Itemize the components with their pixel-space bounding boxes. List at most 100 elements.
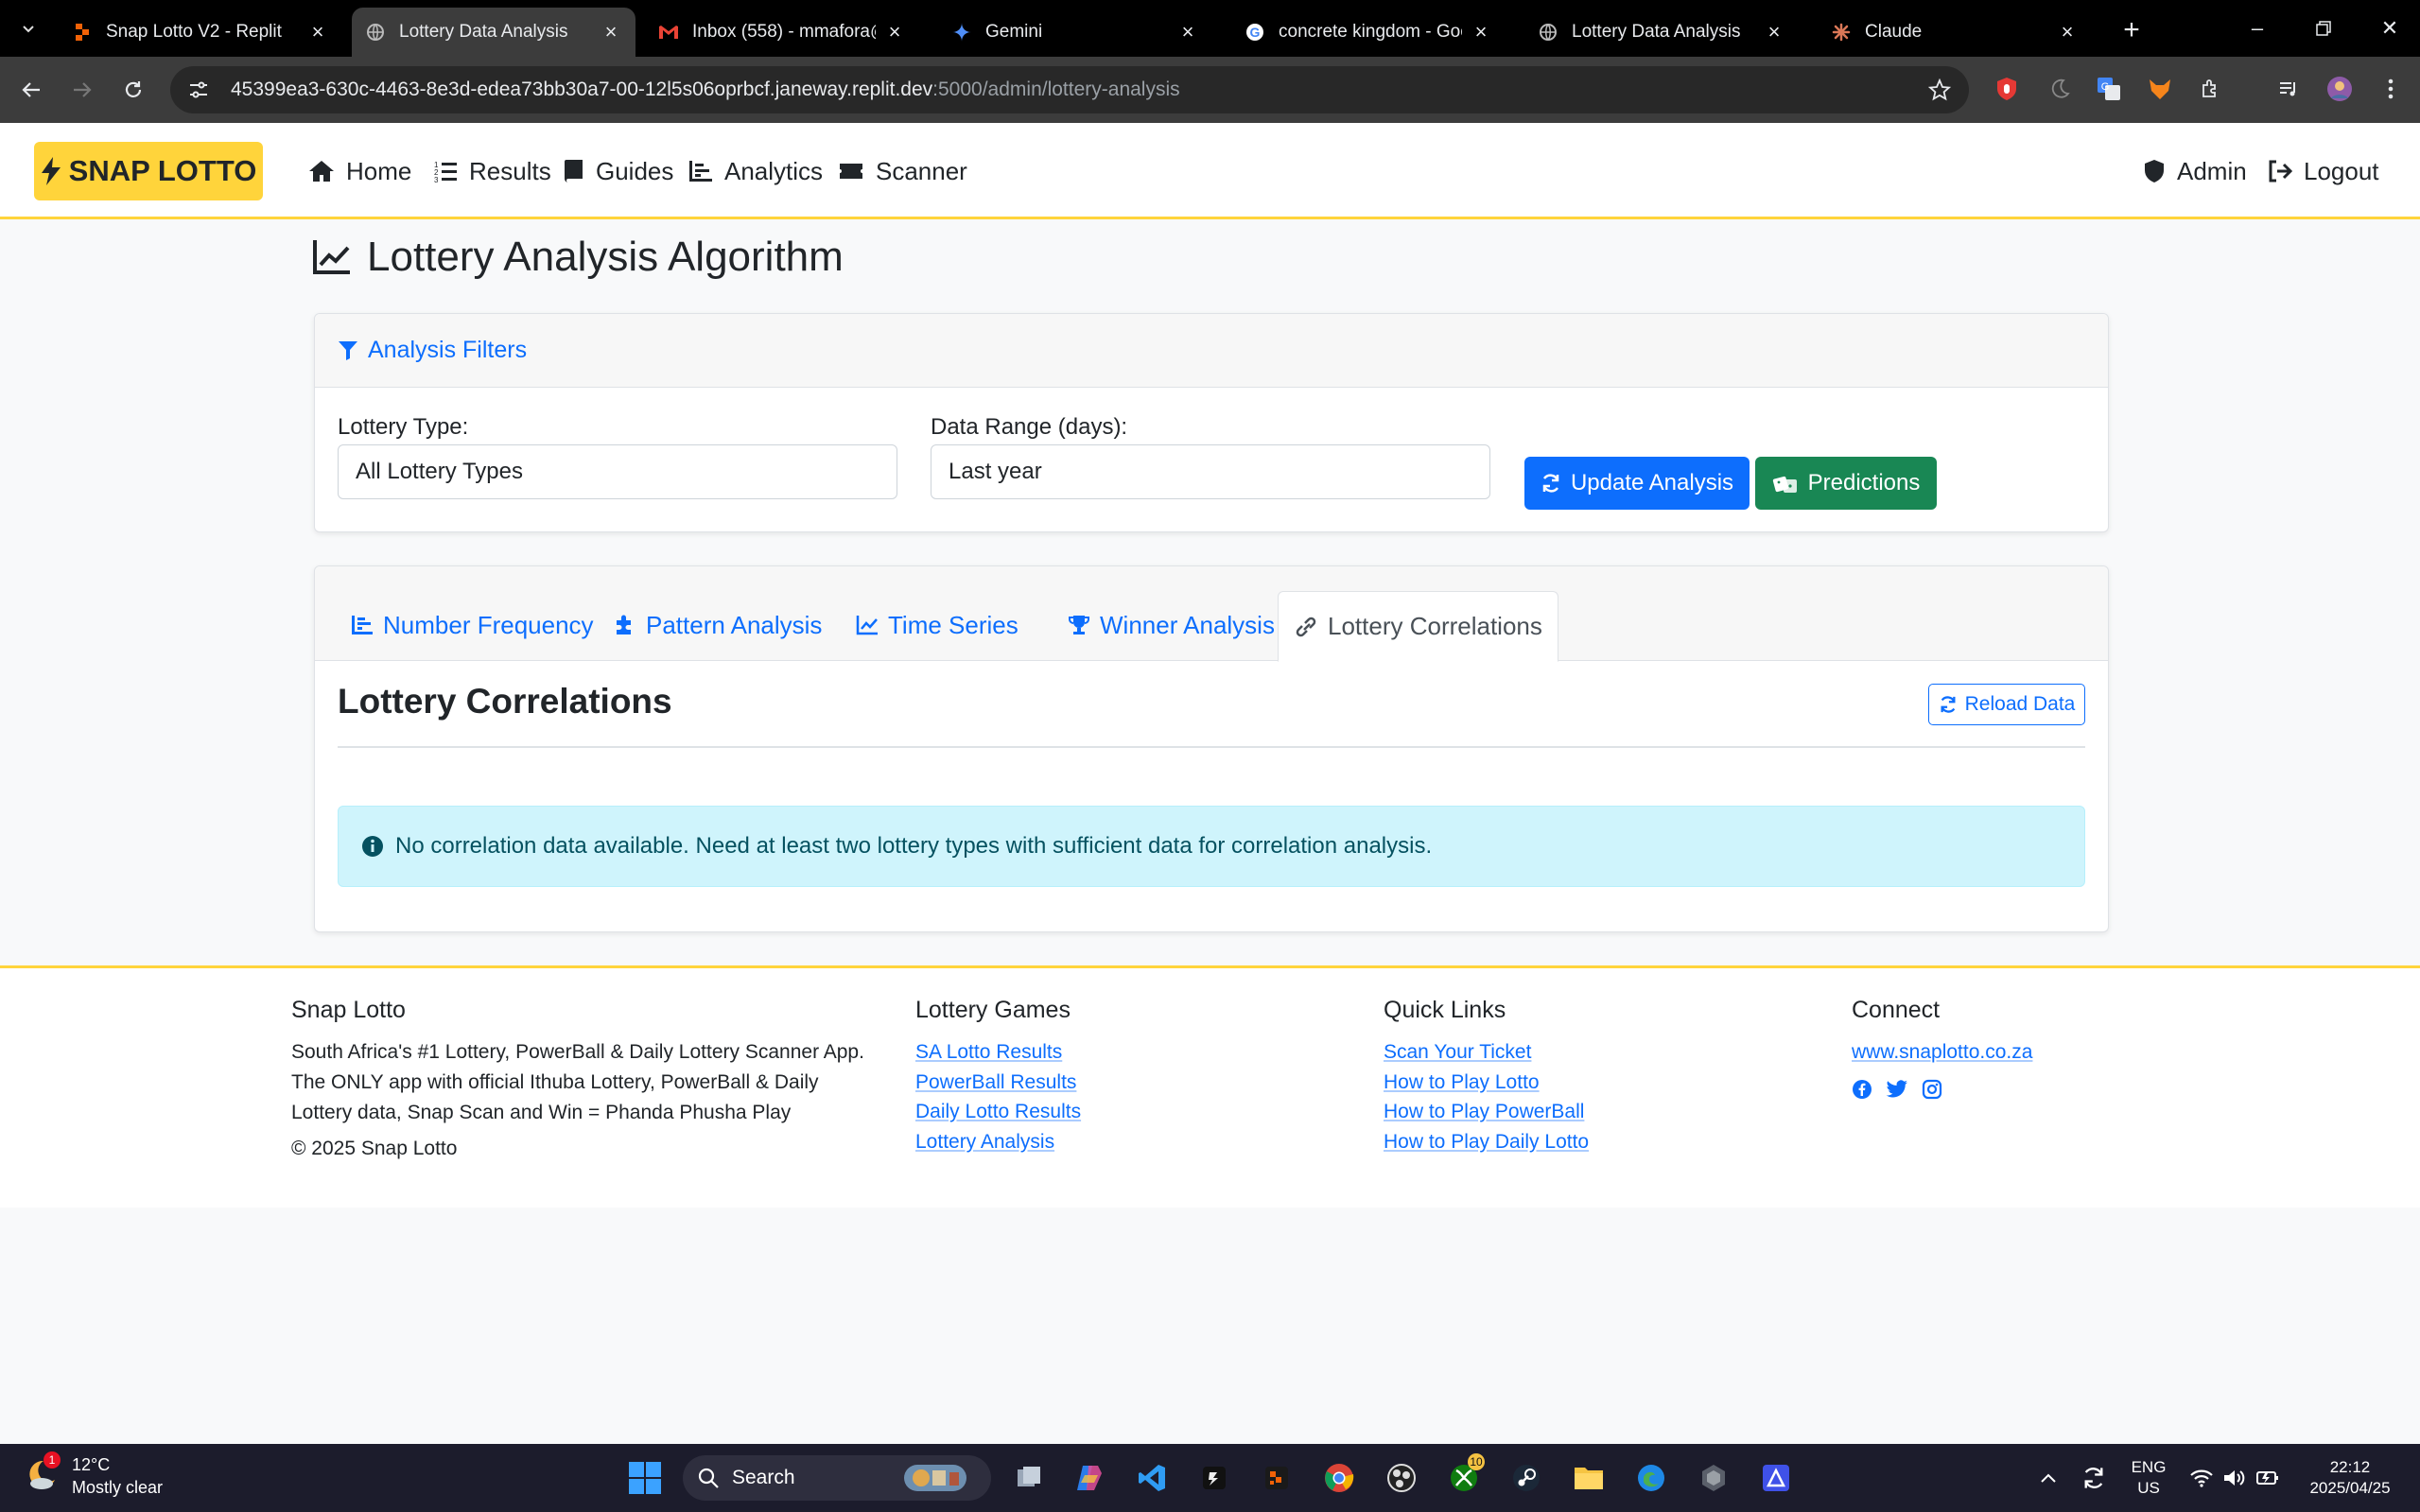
chart-line-icon — [313, 240, 350, 274]
obs-icon[interactable] — [1381, 1457, 1422, 1499]
footer-link-analysis[interactable]: Lottery Analysis — [915, 1127, 1294, 1157]
copilot-icon[interactable] — [1069, 1457, 1110, 1499]
browser-tab[interactable]: Gemini × — [938, 8, 1212, 57]
footer-quick-links: Quick Links Scan Your Ticket How to Play… — [1384, 997, 1781, 1156]
weather-widget[interactable]: 1 12°C Mostly clear — [23, 1451, 163, 1499]
taskbar-search[interactable]: Search — [683, 1455, 991, 1501]
close-window-button[interactable]: ✕ — [2357, 8, 2420, 49]
browser-tab[interactable]: Snap Lotto V2 - Replit × — [59, 8, 342, 57]
lottery-type-label: Lottery Type: — [338, 414, 469, 440]
forward-button[interactable] — [62, 70, 102, 110]
close-tab-icon[interactable]: × — [1470, 20, 1492, 43]
close-tab-icon[interactable]: × — [1176, 20, 1199, 43]
app-blue-icon[interactable] — [1755, 1457, 1797, 1499]
extension-translate-icon[interactable]: G — [2090, 70, 2128, 108]
extensions-puzzle-icon[interactable] — [2192, 70, 2230, 108]
filters-header: Analysis Filters — [315, 314, 2108, 388]
tab-search-button[interactable] — [11, 11, 45, 45]
footer-link-how-daily[interactable]: How to Play Daily Lotto — [1384, 1127, 1781, 1157]
footer-link-sa-lotto[interactable]: SA Lotto Results — [915, 1037, 1294, 1068]
close-tab-icon[interactable]: × — [2056, 20, 2079, 43]
restore-button[interactable] — [2290, 8, 2357, 49]
update-analysis-button[interactable]: Update Analysis — [1524, 457, 1750, 510]
tab-time-series[interactable]: Time Series — [841, 591, 1034, 659]
battery-icon[interactable] — [2247, 1457, 2289, 1499]
steam-icon[interactable] — [1506, 1457, 1547, 1499]
task-view-icon[interactable] — [1008, 1457, 1050, 1499]
footer-link-scan-ticket[interactable]: Scan Your Ticket — [1384, 1037, 1781, 1068]
site-info-icon[interactable] — [178, 69, 219, 111]
analysis-filters-card: Analysis Filters Lottery Type: All Lotte… — [314, 313, 2109, 532]
nav-results[interactable]: 123 Results — [433, 151, 551, 191]
close-tab-icon[interactable]: × — [306, 20, 329, 43]
footer-link-powerball[interactable]: PowerBall Results — [915, 1068, 1294, 1098]
reload-button[interactable] — [113, 70, 153, 110]
reload-data-button[interactable]: Reload Data — [1928, 684, 2085, 725]
sync-icon — [1542, 474, 1559, 493]
file-explorer-icon[interactable] — [1568, 1457, 1610, 1499]
footer-link-how-powerball[interactable]: How to Play PowerBall — [1384, 1097, 1781, 1127]
shield-icon — [2145, 160, 2164, 182]
search-highlight-icon — [902, 1461, 982, 1501]
browser-menu-icon[interactable] — [2372, 70, 2410, 108]
facebook-icon[interactable] — [1852, 1079, 1872, 1104]
address-bar[interactable]: 45399ea3-630c-4463-8e3d-edea73bb30a7-00-… — [170, 66, 1969, 113]
nav-home[interactable]: Home — [308, 151, 411, 191]
footer-link-how-lotto[interactable]: How to Play Lotto — [1384, 1068, 1781, 1098]
replit-icon — [72, 22, 93, 43]
divider — [338, 746, 2085, 748]
tray-chevron-icon[interactable] — [2028, 1457, 2069, 1499]
twitter-icon[interactable] — [1886, 1079, 1908, 1104]
browser-tab[interactable]: Inbox (558) - mmafora@g × — [645, 8, 919, 57]
tab-lottery-correlations[interactable]: Lottery Correlations — [1278, 591, 1558, 662]
analysis-tabs: Number Frequency Pattern Analysis Time S… — [315, 566, 2108, 662]
close-tab-icon[interactable]: × — [883, 20, 906, 43]
filters-toggle[interactable]: Analysis Filters — [338, 337, 527, 364]
instagram-icon[interactable] — [1922, 1079, 1942, 1104]
chrome-icon[interactable] — [1318, 1457, 1360, 1499]
footer-link-daily-lotto[interactable]: Daily Lotto Results — [915, 1097, 1294, 1127]
app-hex-icon[interactable] — [1693, 1457, 1734, 1499]
nav-logout[interactable]: Logout — [2268, 151, 2379, 191]
xbox-icon[interactable]: 10 — [1443, 1453, 1485, 1499]
browser-tab-active[interactable]: Lottery Data Analysis × — [352, 8, 635, 57]
edge-icon[interactable] — [1630, 1457, 1672, 1499]
start-button[interactable] — [624, 1457, 666, 1499]
tab-winner-analysis[interactable]: Winner Analysis — [1053, 591, 1290, 659]
app-black-icon[interactable] — [1193, 1457, 1235, 1499]
tray-sync-icon[interactable] — [2073, 1457, 2115, 1499]
app-orange-icon[interactable] — [1256, 1457, 1297, 1499]
ticket-icon — [840, 164, 862, 179]
nav-admin[interactable]: Admin — [2143, 151, 2247, 191]
browser-tab[interactable]: G concrete kingdom - Goog × — [1231, 8, 1506, 57]
bolt-icon — [41, 157, 61, 185]
extension-moon-icon[interactable] — [2041, 70, 2079, 108]
predictions-button[interactable]: Predictions — [1755, 457, 1937, 510]
bookmark-star-icon[interactable] — [1924, 74, 1956, 106]
data-range-select[interactable]: Last year — [931, 444, 1490, 499]
tab-pattern-analysis[interactable]: Pattern Analysis — [599, 591, 837, 659]
close-tab-icon[interactable]: × — [1763, 20, 1785, 43]
profile-avatar-icon[interactable] — [2321, 70, 2359, 108]
language-indicator[interactable]: ENG US — [2120, 1457, 2177, 1499]
browser-tab[interactable]: Claude × — [1818, 8, 2092, 57]
new-tab-button[interactable]: + — [2115, 13, 2149, 47]
extension-shield-icon[interactable] — [1988, 70, 2026, 108]
back-button[interactable] — [11, 70, 51, 110]
brand-logo[interactable]: SNAP LOTTO — [34, 142, 263, 200]
nav-scanner[interactable]: Scanner — [838, 151, 967, 191]
globe-icon — [365, 22, 386, 43]
tab-number-frequency[interactable]: Number Frequency — [336, 591, 609, 659]
nav-analytics[interactable]: Analytics — [688, 151, 823, 191]
chart-bar-icon — [352, 616, 373, 634]
media-queue-icon[interactable] — [2270, 70, 2307, 108]
minimize-button[interactable]: – — [2224, 8, 2290, 49]
browser-tab[interactable]: Lottery Data Analysis × — [1524, 8, 1799, 57]
clock[interactable]: 22:12 2025/04/25 — [2289, 1457, 2411, 1499]
close-tab-icon[interactable]: × — [600, 20, 622, 43]
footer-link-website[interactable]: www.snaplotto.co.za — [1852, 1037, 2192, 1068]
nav-guides[interactable]: Guides — [564, 151, 673, 191]
vscode-icon[interactable] — [1131, 1457, 1173, 1499]
lottery-type-select[interactable]: All Lottery Types — [338, 444, 897, 499]
extension-fox-icon[interactable] — [2141, 70, 2179, 108]
